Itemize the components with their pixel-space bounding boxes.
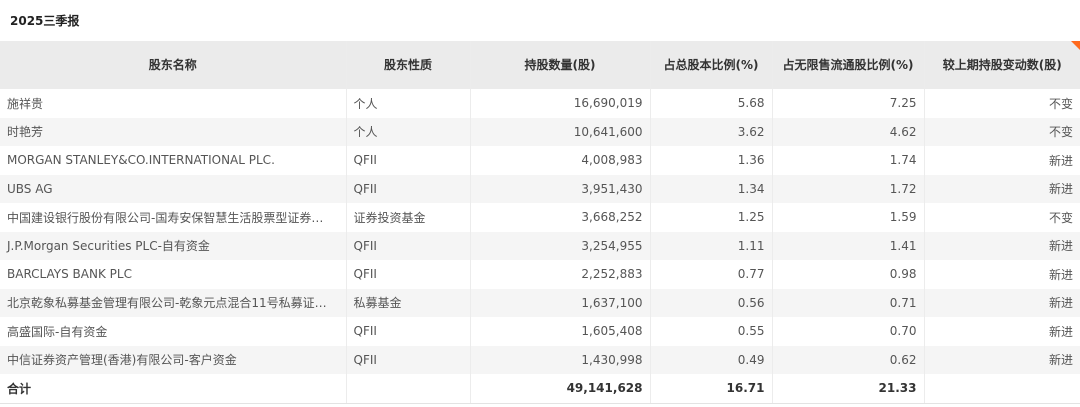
table-row: 施祥贵 个人 16,690,019 5.68 7.25 不变 bbox=[0, 89, 1080, 118]
shareholder-type: QFII bbox=[346, 317, 471, 346]
pct-total-shares: 0.49 bbox=[650, 345, 773, 374]
total-pct-total: 16.71 bbox=[650, 374, 773, 404]
col-header-type[interactable]: 股东性质 bbox=[346, 41, 471, 89]
table-row: MORGAN STANLEY&CO.INTERNATIONAL PLC. QFI… bbox=[0, 146, 1080, 175]
shares-held: 2,252,883 bbox=[470, 260, 651, 289]
holding-change: 新进 bbox=[924, 288, 1080, 317]
shares-held: 3,951,430 bbox=[470, 174, 651, 203]
holding-change: 新进 bbox=[924, 231, 1080, 260]
col-header-pct-float[interactable]: 占无限售流通股比例(%) bbox=[772, 41, 925, 89]
shareholder-type: QFII bbox=[346, 174, 471, 203]
total-row: 合计 49,141,628 16.71 21.33 bbox=[0, 374, 1080, 404]
shareholder-name: MORGAN STANLEY&CO.INTERNATIONAL PLC. bbox=[0, 146, 347, 175]
shareholder-type: 证券投资基金 bbox=[346, 203, 471, 232]
pct-total-shares: 0.55 bbox=[650, 317, 773, 346]
total-shares: 49,141,628 bbox=[470, 374, 651, 404]
table-row: 中国建设银行股份有限公司-国寿安保智慧生活股票型证券… 证券投资基金 3,668… bbox=[0, 203, 1080, 232]
shareholder-name: 高盛国际-自有资金 bbox=[0, 317, 347, 346]
pct-float-shares: 0.62 bbox=[772, 345, 925, 374]
pct-total-shares: 1.11 bbox=[650, 231, 773, 260]
shareholder-name: 中国建设银行股份有限公司-国寿安保智慧生活股票型证券… bbox=[0, 203, 347, 232]
pct-total-shares: 0.77 bbox=[650, 260, 773, 289]
shareholders-table: 股东名称 股东性质 持股数量(股) 占总股本比例(%) 占无限售流通股比例(%)… bbox=[0, 41, 1080, 404]
shareholder-name: 北京乾象私募基金管理有限公司-乾象元点混合11号私募证… bbox=[0, 288, 347, 317]
total-change-empty bbox=[924, 374, 1080, 404]
holding-change: 不变 bbox=[924, 203, 1080, 232]
col-header-pct-total[interactable]: 占总股本比例(%) bbox=[650, 41, 773, 89]
total-type-empty bbox=[346, 374, 471, 404]
table-row: 时艳芳 个人 10,641,600 3.62 4.62 不变 bbox=[0, 117, 1080, 146]
shares-held: 3,668,252 bbox=[470, 203, 651, 232]
shares-held: 1,605,408 bbox=[470, 317, 651, 346]
shareholder-name: BARCLAYS BANK PLC bbox=[0, 260, 347, 289]
shareholder-name: UBS AG bbox=[0, 174, 347, 203]
col-header-name[interactable]: 股东名称 bbox=[0, 41, 347, 89]
shareholder-type: QFII bbox=[346, 260, 471, 289]
corner-marker-icon bbox=[1071, 41, 1080, 50]
shares-held: 1,430,998 bbox=[470, 345, 651, 374]
pct-float-shares: 0.70 bbox=[772, 317, 925, 346]
shareholder-type: 私募基金 bbox=[346, 288, 471, 317]
total-label: 合计 bbox=[0, 374, 347, 404]
pct-float-shares: 0.98 bbox=[772, 260, 925, 289]
shareholder-name: 中信证券资产管理(香港)有限公司-客户资金 bbox=[0, 345, 347, 374]
table-row: 高盛国际-自有资金 QFII 1,605,408 0.55 0.70 新进 bbox=[0, 317, 1080, 346]
shares-held: 3,254,955 bbox=[470, 231, 651, 260]
table-row: UBS AG QFII 3,951,430 1.34 1.72 新进 bbox=[0, 174, 1080, 203]
shareholder-type: QFII bbox=[346, 146, 471, 175]
holding-change: 新进 bbox=[924, 260, 1080, 289]
table-row: 北京乾象私募基金管理有限公司-乾象元点混合11号私募证… 私募基金 1,637,… bbox=[0, 288, 1080, 317]
col-header-change[interactable]: 较上期持股变动数(股) bbox=[924, 41, 1080, 89]
table-row: 中信证券资产管理(香港)有限公司-客户资金 QFII 1,430,998 0.4… bbox=[0, 345, 1080, 374]
table-header-row: 股东名称 股东性质 持股数量(股) 占总股本比例(%) 占无限售流通股比例(%)… bbox=[0, 41, 1080, 89]
shareholder-type: 个人 bbox=[346, 89, 471, 118]
shares-held: 10,641,600 bbox=[470, 117, 651, 146]
pct-float-shares: 4.62 bbox=[772, 117, 925, 146]
table-row: J.P.Morgan Securities PLC-自有资金 QFII 3,25… bbox=[0, 231, 1080, 260]
shareholder-type: 个人 bbox=[346, 117, 471, 146]
pct-float-shares: 1.59 bbox=[772, 203, 925, 232]
holding-change: 不变 bbox=[924, 89, 1080, 118]
pct-float-shares: 1.74 bbox=[772, 146, 925, 175]
total-pct-float: 21.33 bbox=[772, 374, 925, 404]
shares-held: 1,637,100 bbox=[470, 288, 651, 317]
pct-total-shares: 1.36 bbox=[650, 146, 773, 175]
shareholder-type: QFII bbox=[346, 231, 471, 260]
shareholder-name: 时艳芳 bbox=[0, 117, 347, 146]
holding-change: 新进 bbox=[924, 345, 1080, 374]
pct-total-shares: 0.56 bbox=[650, 288, 773, 317]
pct-float-shares: 1.41 bbox=[772, 231, 925, 260]
col-header-change-label: 较上期持股变动数(股) bbox=[942, 57, 1062, 72]
shareholder-name: J.P.Morgan Securities PLC-自有资金 bbox=[0, 231, 347, 260]
pct-total-shares: 3.62 bbox=[650, 117, 773, 146]
pct-float-shares: 7.25 bbox=[772, 89, 925, 118]
col-header-shares[interactable]: 持股数量(股) bbox=[470, 41, 651, 89]
holding-change: 不变 bbox=[924, 117, 1080, 146]
shares-held: 16,690,019 bbox=[470, 89, 651, 118]
pct-total-shares: 1.25 bbox=[650, 203, 773, 232]
pct-float-shares: 0.71 bbox=[772, 288, 925, 317]
holding-change: 新进 bbox=[924, 317, 1080, 346]
shares-held: 4,008,983 bbox=[470, 146, 651, 175]
holding-change: 新进 bbox=[924, 146, 1080, 175]
shareholder-type: QFII bbox=[346, 345, 471, 374]
pct-float-shares: 1.72 bbox=[772, 174, 925, 203]
holding-change: 新进 bbox=[924, 174, 1080, 203]
shareholder-name: 施祥贵 bbox=[0, 89, 347, 118]
report-period-title: 2025三季报 bbox=[10, 14, 80, 28]
pct-total-shares: 1.34 bbox=[650, 174, 773, 203]
table-row: BARCLAYS BANK PLC QFII 2,252,883 0.77 0.… bbox=[0, 260, 1080, 289]
pct-total-shares: 5.68 bbox=[650, 89, 773, 118]
